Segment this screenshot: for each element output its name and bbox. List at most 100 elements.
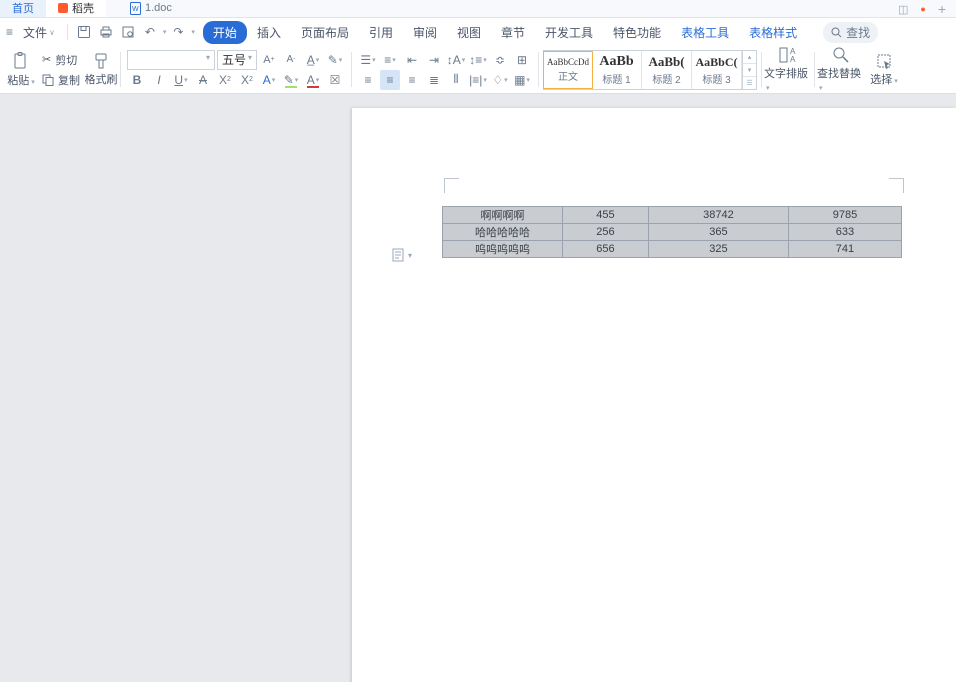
cell[interactable]: 38742 (648, 207, 788, 224)
menu-tab-view[interactable]: 视图 (447, 21, 491, 44)
svg-text:A: A (790, 55, 796, 64)
cell[interactable]: 455 (563, 207, 649, 224)
title-bar-actions: ◫ ● + (898, 1, 956, 17)
numbering-icon[interactable]: ≡ (380, 50, 400, 70)
cell[interactable]: 325 (648, 241, 788, 258)
char-border-icon[interactable]: ☒ (325, 70, 345, 90)
grow-font-icon[interactable]: A+ (259, 50, 279, 70)
menu-tab-dev-tools[interactable]: 开发工具 (535, 21, 603, 44)
tab-document-label: 1.doc (145, 2, 172, 14)
cell[interactable]: 啊啊啊啊 (443, 207, 563, 224)
cell[interactable]: 呜呜呜呜呜 (443, 241, 563, 258)
search-box[interactable]: 查找 (823, 22, 878, 43)
style-up-icon[interactable]: ▴ (743, 51, 756, 64)
table-row[interactable]: 啊啊啊啊 455 38742 9785 (443, 207, 902, 224)
table-row[interactable]: 哈哈哈哈哈 256 365 633 (443, 224, 902, 241)
cell[interactable]: 哈哈哈哈哈 (443, 224, 563, 241)
italic-icon[interactable]: I (149, 70, 169, 90)
separator (814, 52, 815, 87)
shading-icon[interactable]: ♢ (490, 70, 510, 90)
menu-tab-features[interactable]: 特色功能 (603, 21, 671, 44)
paste-button[interactable]: 粘贴▾ (4, 46, 38, 93)
style-body[interactable]: AaBbCcDd 正文 (543, 51, 593, 89)
strikethrough-icon[interactable]: A (193, 70, 213, 90)
style-expand-icon[interactable]: ☰ (743, 77, 756, 89)
menu-tab-insert[interactable]: 插入 (247, 21, 291, 44)
tab-home[interactable]: 首页 (0, 0, 46, 17)
style-h2[interactable]: AaBb( 标题 2 (642, 51, 692, 89)
print-icon[interactable] (96, 22, 116, 42)
menu-tab-table-tools[interactable]: 表格工具 (671, 21, 739, 44)
feedback-icon[interactable]: ◫ (898, 3, 908, 16)
cell[interactable]: 365 (648, 224, 788, 241)
align-left-icon[interactable]: ≡ (358, 70, 378, 90)
cell[interactable]: 9785 (788, 207, 901, 224)
page-indicator-icon[interactable]: ▾ (392, 248, 412, 262)
separator (538, 52, 539, 87)
menu-tab-start[interactable]: 开始 (203, 21, 247, 44)
font-color-icon[interactable]: A (303, 70, 323, 90)
undo-drop[interactable]: ▾ (163, 28, 167, 36)
para-tool2-icon[interactable]: ⊞ (512, 50, 532, 70)
style-h2-preview: AaBb( (648, 54, 684, 70)
find-replace-label: 查找替换 (817, 68, 861, 80)
style-down-icon[interactable]: ▾ (743, 64, 756, 77)
align-right-icon[interactable]: ≡ (402, 70, 422, 90)
style-h1[interactable]: AaBb 标题 1 (592, 51, 642, 89)
redo-icon[interactable]: ↷ (168, 22, 188, 42)
font-size-select[interactable]: 五号 (217, 50, 257, 70)
find-replace-button[interactable]: 查找替换▾ (817, 46, 865, 93)
menu-tab-sections[interactable]: 章节 (491, 21, 535, 44)
menu-tab-page-layout[interactable]: 页面布局 (291, 21, 359, 44)
cell[interactable]: 633 (788, 224, 901, 241)
file-menu[interactable]: 文件∨ (17, 24, 61, 41)
change-case-icon[interactable]: A̲ (303, 50, 323, 70)
borders-icon[interactable]: ▦ (512, 70, 532, 90)
select-button[interactable]: 选择▾ (865, 46, 903, 93)
column-spacing-icon[interactable]: |≡| (468, 70, 488, 90)
underline-icon[interactable]: U (171, 70, 191, 90)
cell[interactable]: 741 (788, 241, 901, 258)
shrink-font-icon[interactable]: A- (281, 50, 301, 70)
table-row[interactable]: 呜呜呜呜呜 656 325 741 (443, 241, 902, 258)
superscript-icon[interactable]: X2 (215, 70, 235, 90)
increase-indent-icon[interactable]: ⇥ (424, 50, 444, 70)
line-spacing-icon[interactable]: ↕≡ (468, 50, 488, 70)
text-effects-icon[interactable]: A (259, 70, 279, 90)
text-layout-button[interactable]: AA 文字排版▾ (764, 46, 812, 93)
cut-button[interactable]: ✂ 剪切 (42, 50, 80, 70)
cell[interactable]: 656 (563, 241, 649, 258)
bold-icon[interactable]: B (127, 70, 147, 90)
subscript-icon[interactable]: X2 (237, 70, 257, 90)
cell[interactable]: 256 (563, 224, 649, 241)
tab-document[interactable]: W 1.doc (118, 0, 184, 17)
document-page[interactable]: ▾ 啊啊啊啊 455 38742 9785 哈哈哈哈哈 256 365 633 … (352, 108, 956, 682)
clear-format-icon[interactable]: ✎ (325, 50, 345, 70)
data-table[interactable]: 啊啊啊啊 455 38742 9785 哈哈哈哈哈 256 365 633 呜呜… (442, 206, 902, 258)
hamburger-icon[interactable]: ≡ (6, 25, 13, 39)
decrease-indent-icon[interactable]: ⇤ (402, 50, 422, 70)
justify-icon[interactable]: ≣ (424, 70, 444, 90)
font-name-select[interactable] (127, 50, 215, 70)
redo-drop[interactable]: ▾ (191, 28, 195, 36)
bullets-icon[interactable]: ☰ (358, 50, 378, 70)
para-tool1-icon[interactable]: ≎ (490, 50, 510, 70)
distributed-icon[interactable]: ⫴ (446, 70, 466, 90)
undo-icon[interactable]: ↶ (140, 22, 160, 42)
highlight-icon[interactable]: ✎ (281, 70, 301, 90)
style-h3[interactable]: AaBbC( 标题 3 (692, 51, 742, 89)
align-center-icon[interactable]: ≡ (380, 70, 400, 90)
menu-tab-references[interactable]: 引用 (359, 21, 403, 44)
tab-home-label: 首页 (12, 0, 34, 16)
text-direction-icon[interactable]: ↕A (446, 50, 466, 70)
format-painter-button[interactable]: 格式刷 (84, 46, 118, 93)
tab-docer[interactable]: 稻壳 (46, 0, 106, 17)
save-icon[interactable] (74, 22, 94, 42)
print-preview-icon[interactable] (118, 22, 138, 42)
menu-tab-table-styles[interactable]: 表格样式 (739, 21, 807, 44)
menu-tab-review[interactable]: 审阅 (403, 21, 447, 44)
search-icon (831, 27, 842, 38)
copy-label: 复制 (58, 72, 80, 88)
copy-button[interactable]: 复制 (42, 70, 80, 90)
new-tab-button[interactable]: + (938, 1, 946, 17)
